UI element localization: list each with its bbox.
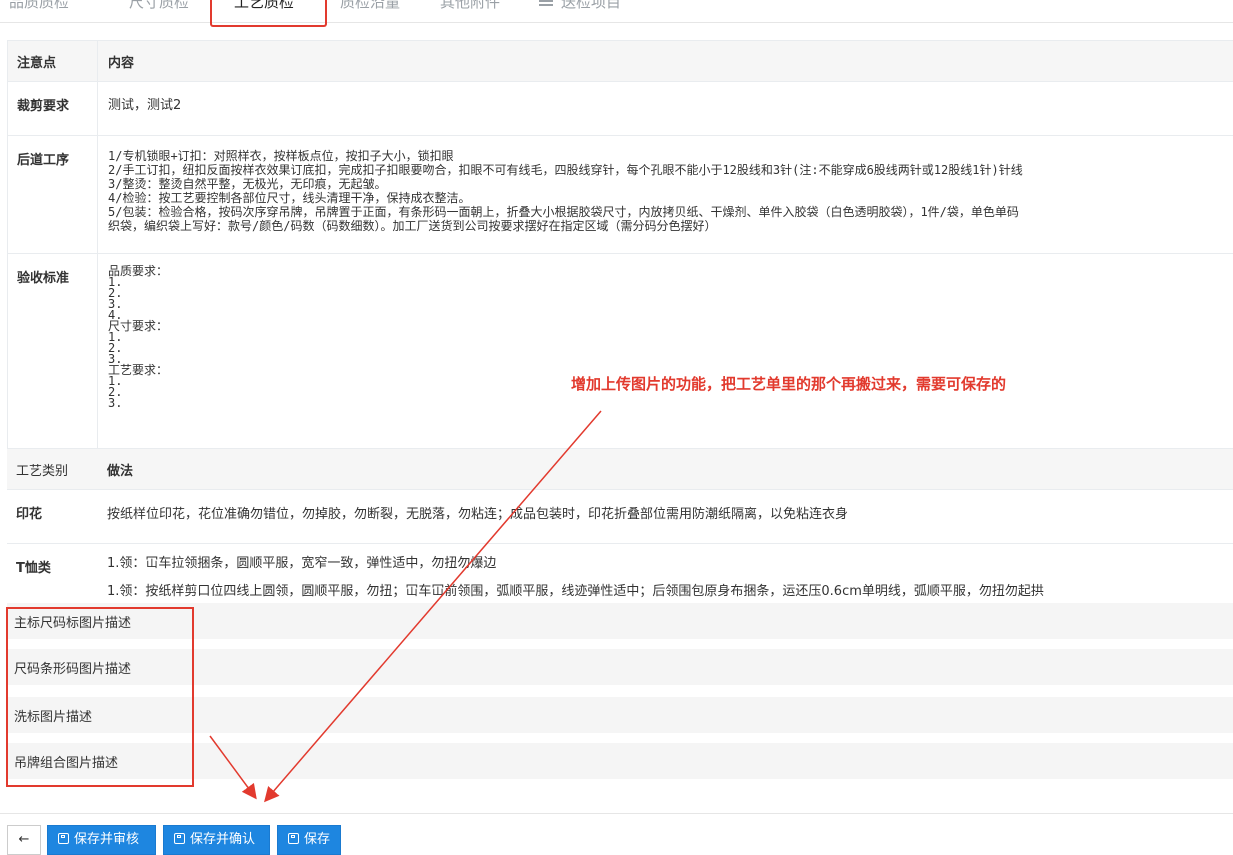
save-icon xyxy=(288,833,299,844)
save-button[interactable]: 保存 xyxy=(277,825,341,855)
button-label: 保存并确认 xyxy=(190,832,256,847)
toolbar-divider xyxy=(0,813,1233,814)
save-and-confirm-button[interactable]: 保存并确认 xyxy=(163,825,270,855)
button-label: 保存 xyxy=(304,832,331,847)
annotation-arrows xyxy=(209,410,602,803)
long-arrow xyxy=(264,410,602,803)
save-and-review-button[interactable]: 保存并审核 xyxy=(47,825,156,855)
save-icon xyxy=(58,833,69,844)
arrow-left-icon: ← xyxy=(18,832,30,847)
short-arrow xyxy=(209,735,257,800)
back-button[interactable]: ← xyxy=(7,825,41,855)
button-label: 保存并审核 xyxy=(74,832,140,847)
save-icon xyxy=(174,833,185,844)
